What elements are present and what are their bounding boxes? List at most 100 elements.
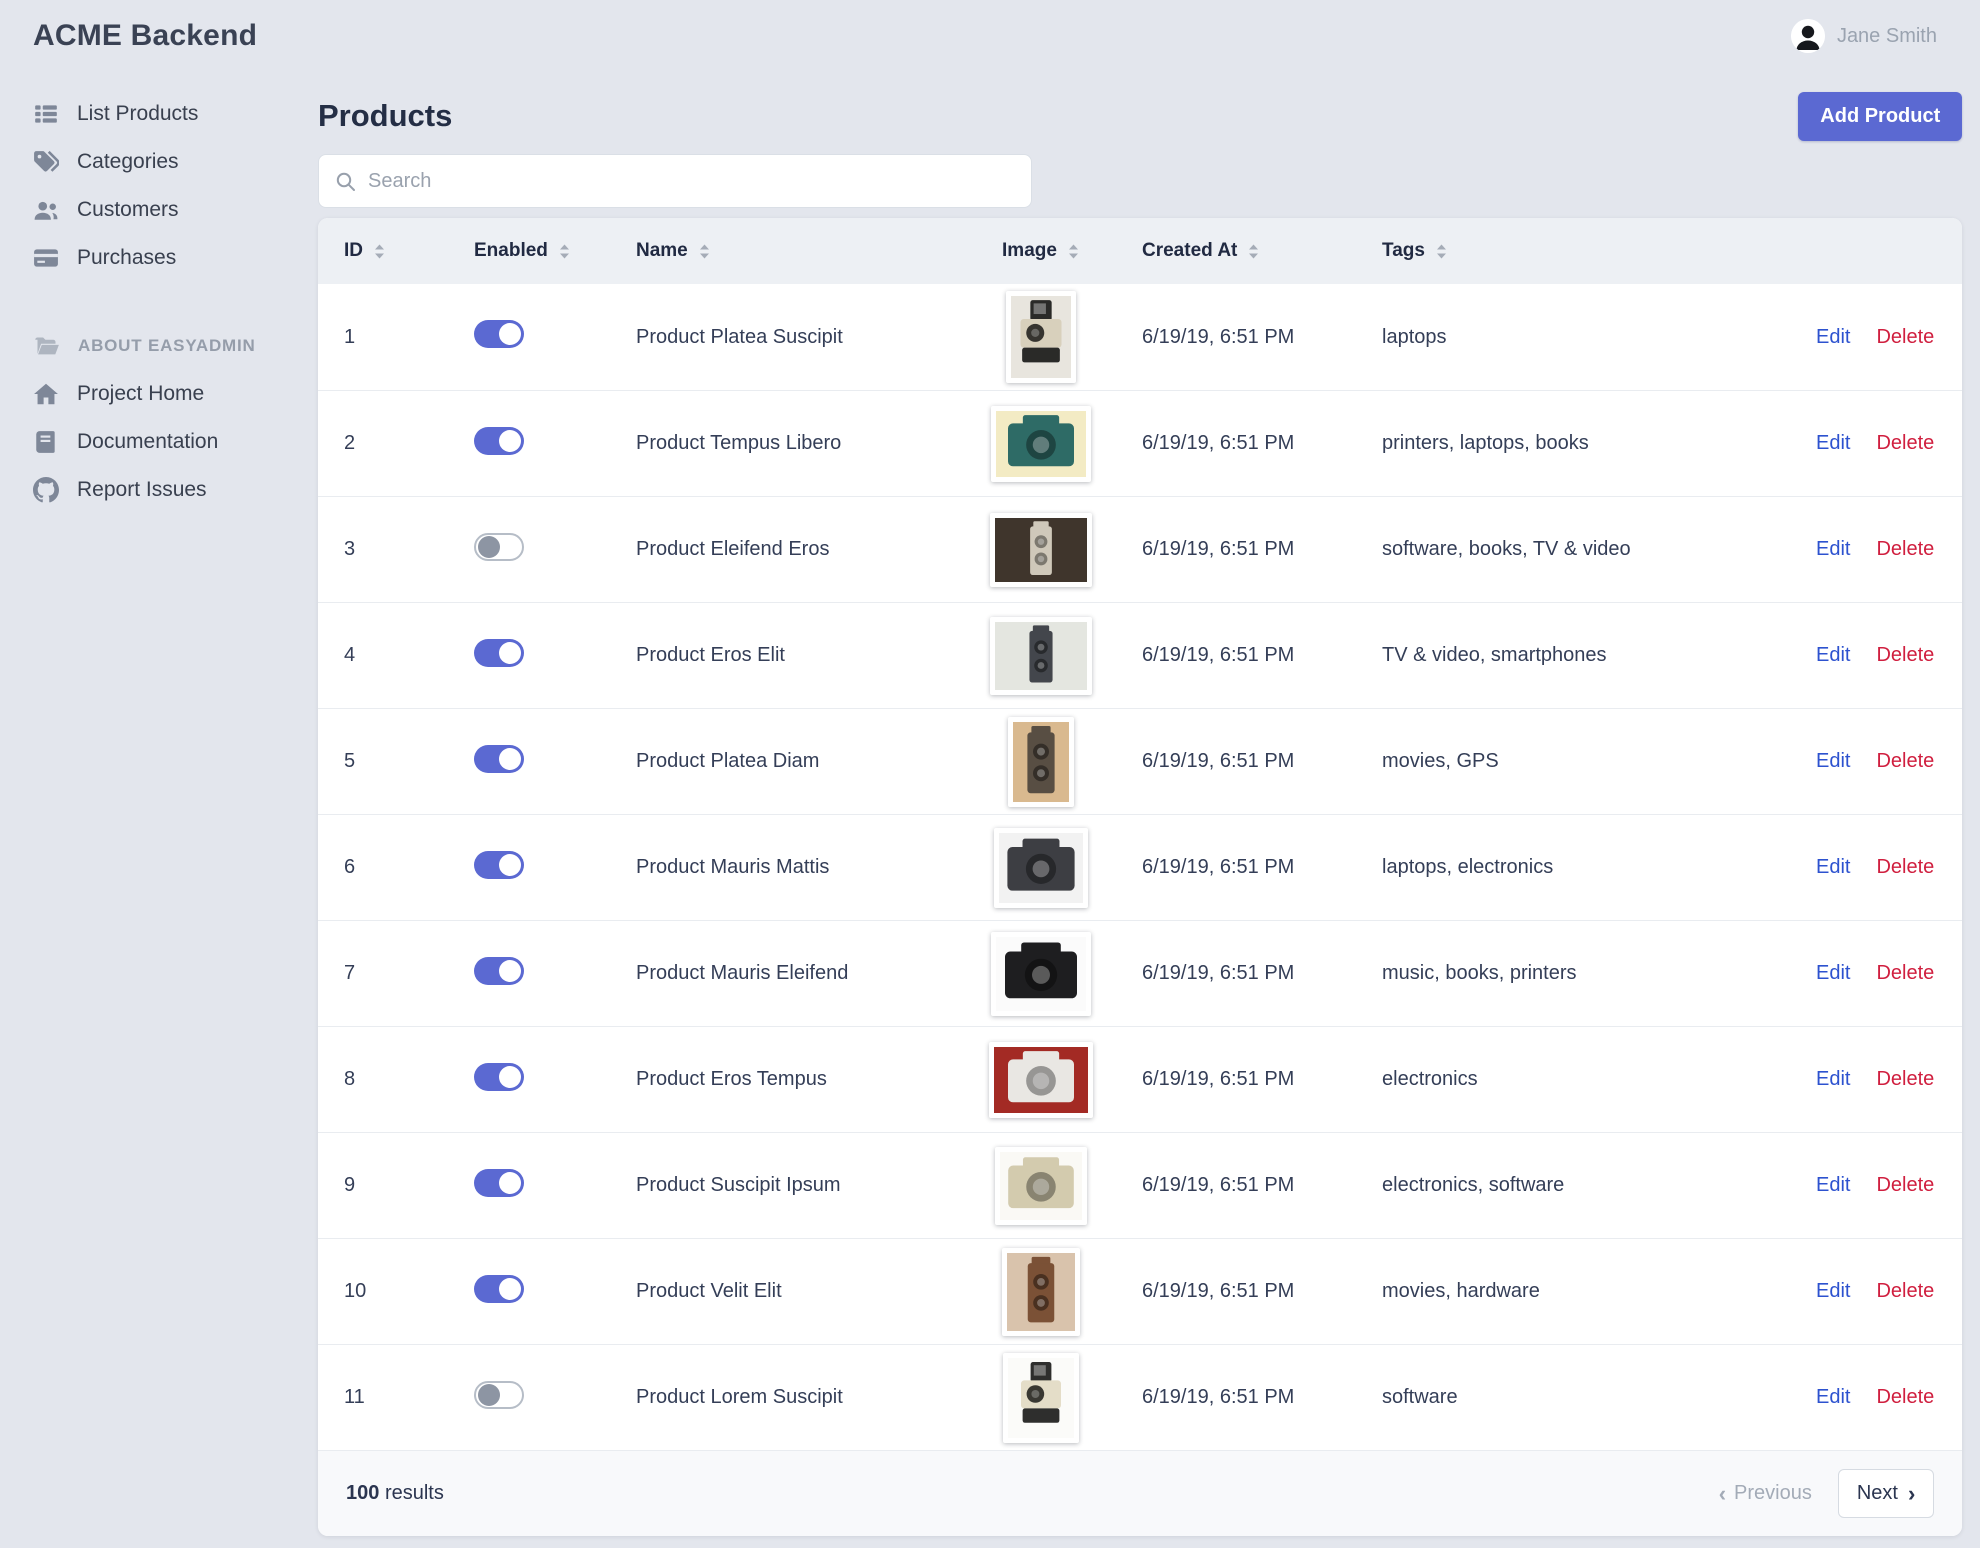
delete-link[interactable]: Delete (1876, 750, 1934, 773)
edit-link[interactable]: Edit (1816, 326, 1850, 349)
table-row: 7 Product Mauris Eleifend 6/19/19, 6:51 … (318, 920, 1963, 1026)
enabled-toggle[interactable] (474, 1380, 524, 1409)
results-count: 100 results (346, 1482, 444, 1504)
sidebar-item-purchases[interactable]: Purchases (0, 234, 318, 282)
app-title: ACME Backend (33, 19, 258, 52)
product-created-at: 6/19/19, 6:51 PM (1142, 962, 1295, 984)
sidebar-item-label: Project Home (77, 382, 205, 405)
product-tags: laptops (1382, 325, 1447, 348)
delete-link[interactable]: Delete (1876, 1068, 1934, 1091)
delete-link[interactable]: Delete (1876, 856, 1934, 879)
sidebar-item-list-products[interactable]: List Products (0, 90, 318, 138)
edit-link[interactable]: Edit (1816, 538, 1850, 561)
delete-link[interactable]: Delete (1876, 644, 1934, 667)
product-created-at: 6/19/19, 6:51 PM (1142, 538, 1295, 560)
product-name: Product Velit Elit (636, 1280, 782, 1302)
enabled-toggle[interactable] (474, 638, 524, 667)
enabled-toggle[interactable] (474, 532, 524, 561)
edit-link[interactable]: Edit (1816, 644, 1850, 667)
enabled-toggle[interactable] (474, 850, 524, 879)
add-product-button[interactable]: Add Product (1798, 91, 1963, 141)
user-menu[interactable]: Jane Smith (1790, 19, 1937, 53)
product-tags: printers, laptops, books (1382, 432, 1589, 454)
product-id: 6 (344, 856, 356, 878)
enabled-toggle[interactable] (474, 956, 524, 985)
sidebar-item-categories[interactable]: Categories (0, 138, 318, 186)
pagination: ‹ Previous Next › (1719, 1469, 1935, 1518)
folder-open-icon (35, 337, 59, 354)
product-tags: electronics, software (1382, 1174, 1565, 1196)
delete-link[interactable]: Delete (1876, 962, 1934, 985)
enabled-toggle[interactable] (474, 426, 524, 455)
column-header-tags[interactable]: Tags (1356, 240, 1790, 262)
product-created-at: 6/19/19, 6:51 PM (1142, 856, 1295, 878)
column-header-enabled[interactable]: Enabled (448, 240, 610, 262)
previous-button[interactable]: ‹ Previous (1719, 1482, 1812, 1505)
column-header-image[interactable]: Image (966, 240, 1116, 262)
table-row: 11 Product Lorem Suscipit 6/19/19, 6:51 … (318, 1344, 1963, 1450)
enabled-toggle[interactable] (474, 1062, 524, 1091)
column-header-created-at[interactable]: Created At (1116, 240, 1356, 262)
product-created-at: 6/19/19, 6:51 PM (1142, 325, 1295, 348)
enabled-toggle[interactable] (474, 744, 524, 773)
enabled-toggle[interactable] (474, 320, 524, 348)
edit-link[interactable]: Edit (1816, 856, 1850, 879)
product-id: 11 (344, 1386, 365, 1408)
product-created-at: 6/19/19, 6:51 PM (1142, 644, 1295, 666)
product-image (1006, 291, 1076, 383)
product-id: 7 (344, 962, 356, 984)
delete-link[interactable]: Delete (1876, 1280, 1934, 1303)
edit-link[interactable]: Edit (1816, 1174, 1850, 1197)
sort-icon (558, 243, 571, 260)
table-body: 1 Product Platea Suscipit 6/19/19, 6:51 … (318, 284, 1963, 1450)
sort-icon (1435, 243, 1448, 260)
search-input[interactable] (368, 169, 1015, 193)
sidebar-section-about: ABOUT EASYADMIN (0, 322, 318, 370)
delete-link[interactable]: Delete (1876, 1174, 1934, 1197)
sidebar-item-label: Categories (77, 150, 179, 173)
sidebar-item-documentation[interactable]: Documentation (0, 418, 318, 466)
sidebar-item-report-issues[interactable]: Report Issues (0, 466, 318, 514)
user-name: Jane Smith (1836, 24, 1937, 47)
product-image (989, 1041, 1093, 1118)
next-button[interactable]: Next › (1837, 1469, 1935, 1518)
sort-icon (1247, 243, 1260, 260)
product-created-at: 6/19/19, 6:51 PM (1142, 432, 1295, 454)
search-icon (336, 172, 355, 191)
edit-link[interactable]: Edit (1816, 1386, 1850, 1409)
product-id: 1 (344, 325, 356, 348)
product-tags: music, books, printers (1382, 962, 1577, 984)
edit-link[interactable]: Edit (1816, 750, 1850, 773)
user-icon (1790, 19, 1825, 53)
enabled-toggle[interactable] (474, 1168, 524, 1197)
column-header-name[interactable]: Name (610, 240, 966, 262)
table-row: 8 Product Eros Tempus 6/19/19, 6:51 PM e… (318, 1026, 1963, 1132)
edit-link[interactable]: Edit (1816, 432, 1850, 455)
product-tags: movies, hardware (1382, 1280, 1540, 1302)
product-created-at: 6/19/19, 6:51 PM (1142, 1068, 1295, 1090)
product-name: Product Mauris Eleifend (636, 962, 849, 984)
product-name: Product Eleifend Eros (636, 538, 830, 560)
product-tags: laptops, electronics (1382, 856, 1554, 878)
sort-icon (698, 243, 711, 260)
enabled-toggle[interactable] (474, 1274, 524, 1303)
sidebar-item-customers[interactable]: Customers (0, 186, 318, 234)
delete-link[interactable]: Delete (1876, 1386, 1934, 1409)
sidebar: List Products Categories Customers Purch… (0, 72, 318, 1536)
product-tags: software, books, TV & video (1382, 538, 1631, 560)
top-bar: ACME Backend Jane Smith (0, 0, 1980, 72)
avatar (1790, 19, 1825, 53)
delete-link[interactable]: Delete (1876, 326, 1934, 349)
delete-link[interactable]: Delete (1876, 432, 1934, 455)
column-header-id[interactable]: ID (318, 240, 448, 262)
delete-link[interactable]: Delete (1876, 538, 1934, 561)
sidebar-item-project-home[interactable]: Project Home (0, 370, 318, 418)
product-image (991, 405, 1091, 482)
products-table: ID Enabled Name Image Created At Tags 1 … (318, 218, 1963, 1536)
product-name: Product Platea Diam (636, 750, 820, 772)
product-name: Product Suscipit Ipsum (636, 1174, 841, 1196)
edit-link[interactable]: Edit (1816, 1068, 1850, 1091)
edit-link[interactable]: Edit (1816, 1280, 1850, 1303)
table-row: 4 Product Eros Elit 6/19/19, 6:51 PM TV … (318, 602, 1963, 708)
edit-link[interactable]: Edit (1816, 962, 1850, 985)
